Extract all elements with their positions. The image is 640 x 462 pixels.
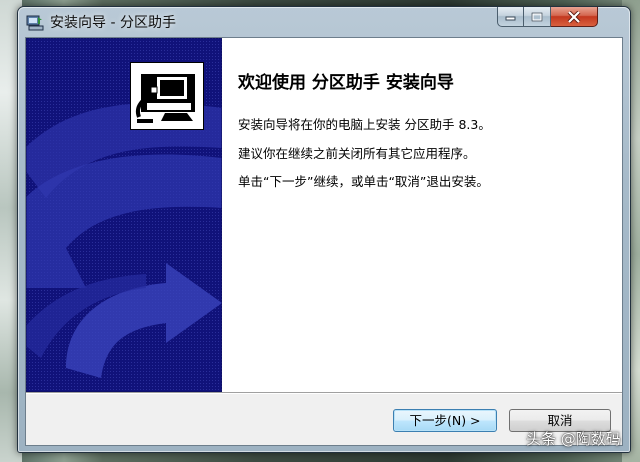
wizard-content-panel: 欢迎使用 分区助手 安装向导 安装向导将在你的电脑上安装 分区助手 8.3。 建… [222,38,622,392]
watermark-text: 头条 @陶数码 [526,430,621,448]
minimize-button[interactable] [497,7,524,27]
window-title: 安装向导 - 分区助手 [50,15,176,31]
intro-line-instructions: 单击“下一步”继续，或单击“取消”退出安装。 [238,174,489,189]
next-button[interactable]: 下一步(N) > [393,409,497,432]
app-icon [26,15,44,31]
wizard-side-banner [26,38,222,392]
title-bar[interactable]: 安装向导 - 分区助手 [18,7,630,37]
wizard-client-area: 欢迎使用 分区助手 安装向导 安装向导将在你的电脑上安装 分区助手 8.3。 建… [25,37,623,446]
installer-computer-icon [130,62,204,130]
button-area-divider [26,392,622,394]
maximize-button[interactable] [524,7,551,27]
close-icon [567,10,581,23]
close-button[interactable] [551,7,598,27]
maximize-icon [531,11,543,22]
welcome-heading: 欢迎使用 分区助手 安装向导 [238,73,454,93]
caption-buttons [497,7,621,27]
intro-line-close-apps: 建议你在继续之前关闭所有其它应用程序。 [238,146,476,161]
minimize-icon [505,16,516,21]
intro-line-install: 安装向导将在你的电脑上安装 分区助手 8.3。 [238,117,491,132]
installer-window: 安装向导 - 分区助手 欢迎使用 分区助手 安装向导 安装向导将在你的电脑上安装… [17,6,631,453]
